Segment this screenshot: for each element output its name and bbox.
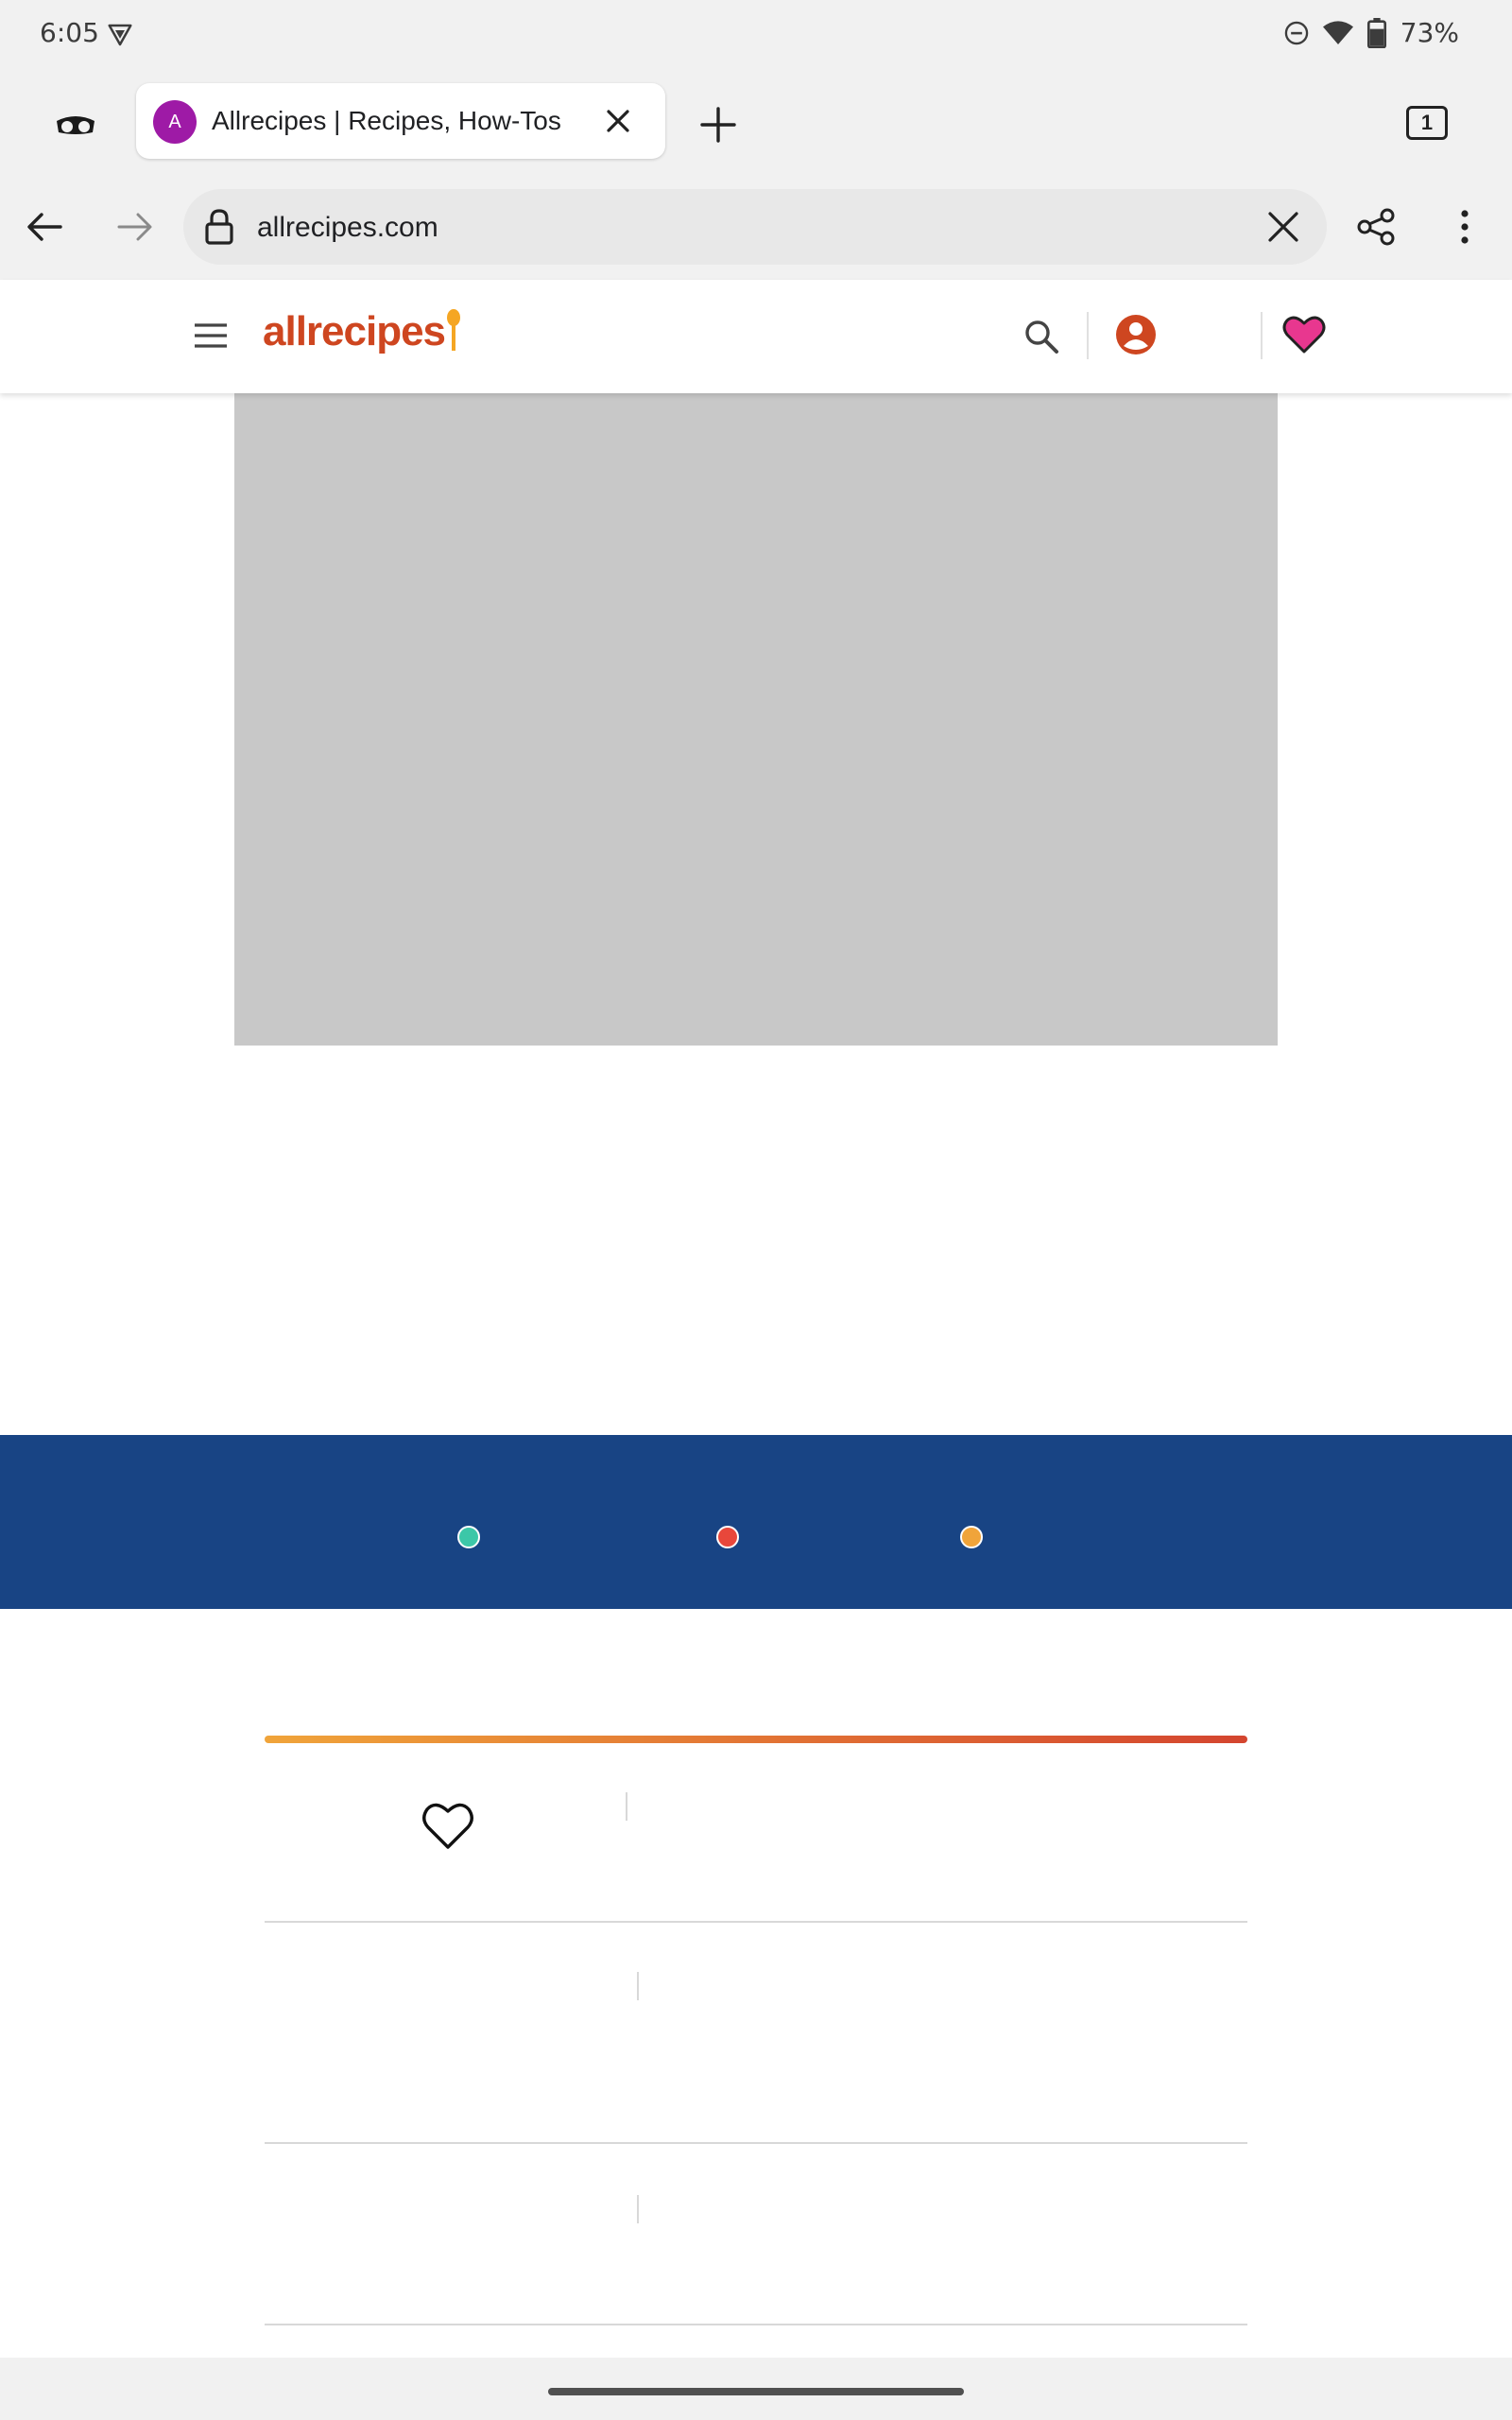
spoon-icon: [447, 309, 461, 353]
back-arrow-icon[interactable]: [25, 206, 66, 248]
more-options-icon[interactable]: [1446, 204, 1484, 250]
carousel-band: [0, 1435, 1512, 1609]
forward-arrow-icon[interactable]: [113, 206, 155, 248]
accent-divider: [265, 1736, 1247, 1743]
carousel-dot[interactable]: [716, 1526, 739, 1548]
lock-icon[interactable]: [202, 208, 236, 246]
share-icon[interactable]: [1353, 204, 1399, 250]
wifi-icon: [1322, 20, 1353, 44]
incognito-icon[interactable]: [53, 104, 98, 142]
navigation-bar: [0, 2358, 1512, 2420]
battery-percent: 73%: [1400, 17, 1459, 48]
address-bar[interactable]: allrecipes.com: [183, 189, 1327, 265]
browser-screen: 6:05 73% A Allrecipes | Recipes, How-Tos…: [0, 0, 1512, 2420]
status-icons: 73%: [1283, 17, 1459, 48]
status-bar: 6:05 73%: [0, 0, 1512, 72]
row-separator: [626, 1792, 627, 1821]
account-icon[interactable]: [1115, 314, 1157, 355]
search-icon[interactable]: [1022, 318, 1060, 355]
hamburger-menu-icon[interactable]: [193, 321, 229, 350]
browser-toolbar: allrecipes.com: [0, 176, 1512, 280]
new-tab-icon[interactable]: [697, 104, 739, 146]
vpn-shield-icon: [108, 24, 132, 46]
do-not-disturb-icon: [1284, 21, 1309, 44]
allrecipes-logo[interactable]: allrecipes: [263, 308, 461, 355]
tab-title: Allrecipes | Recipes, How-Tos: [212, 106, 561, 135]
saved-recipes-heart-icon[interactable]: [1281, 314, 1327, 355]
save-heart-icon[interactable]: [420, 1796, 476, 1853]
battery-charging-icon: [1366, 17, 1386, 48]
row-divider: [265, 2324, 1247, 2325]
url-text[interactable]: allrecipes.com: [257, 212, 438, 244]
row-separator: [637, 2195, 639, 2223]
clear-url-icon[interactable]: [1264, 208, 1302, 246]
header-divider: [1261, 312, 1263, 359]
tab-active[interactable]: A Allrecipes | Recipes, How-Tos: [136, 83, 665, 159]
logo-text: allrecipes: [263, 308, 446, 354]
site-header: allrecipes: [0, 280, 1512, 393]
tab-strip: A Allrecipes | Recipes, How-Tos 1: [0, 72, 1512, 176]
tab-switcher-button[interactable]: 1: [1406, 106, 1448, 140]
status-time: 6:05: [40, 17, 99, 48]
header-divider: [1087, 312, 1089, 359]
row-separator: [637, 1972, 639, 2000]
carousel-dot[interactable]: [960, 1526, 983, 1548]
ad-placeholder: [234, 393, 1278, 1046]
row-divider: [265, 2142, 1247, 2144]
row-divider: [265, 1921, 1247, 1923]
gesture-handle[interactable]: [548, 2388, 964, 2395]
carousel-dot[interactable]: [457, 1526, 480, 1548]
tab-close-icon[interactable]: [601, 104, 635, 138]
tab-favicon: A: [153, 100, 197, 144]
